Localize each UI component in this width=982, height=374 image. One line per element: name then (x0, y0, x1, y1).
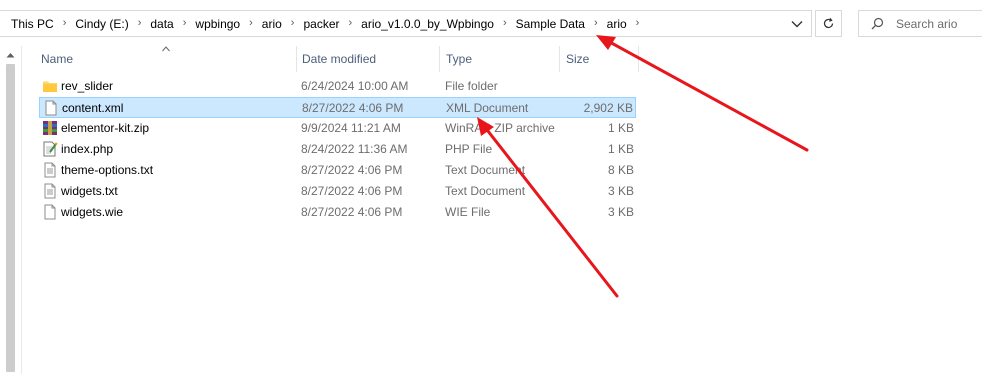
file-date-modified: 9/9/2024 11:21 AM (301, 121, 401, 135)
column-divider[interactable] (638, 46, 639, 72)
column-header-size[interactable]: Size (566, 46, 589, 72)
file-type: Text Document (445, 163, 526, 177)
breadcrumb-item[interactable]: Sample Data (515, 17, 586, 31)
file-size: 3 KB (607, 205, 634, 219)
column-header-date-modified[interactable]: Date modified (302, 46, 376, 72)
breadcrumb-separator-icon[interactable]: › (628, 18, 648, 29)
file-type: WinRAR ZIP archive (445, 121, 555, 135)
xml-file-icon (43, 100, 59, 116)
column-header-type[interactable]: Type (446, 46, 472, 72)
breadcrumb-separator-icon[interactable]: › (130, 18, 150, 29)
breadcrumb-item[interactable]: ario (261, 17, 283, 31)
file-size: 1 KB (607, 121, 634, 135)
file-row[interactable]: widgets.txt 8/27/2022 4:06 PM Text Documen… (39, 181, 636, 202)
breadcrumb-item[interactable]: ario_v1.0.0_by_Wpbingo (360, 17, 495, 31)
file-date-modified: 8/27/2022 4:06 PM (302, 101, 404, 115)
breadcrumb-item[interactable]: ario (606, 17, 628, 31)
file-date-modified: 8/27/2022 4:06 PM (301, 205, 403, 219)
file-row[interactable]: rev_slider 6/24/2024 10:00 AM File folder (39, 76, 636, 97)
file-row[interactable]: index.php 8/24/2022 11:36 AM PHP File 1 KB (39, 139, 636, 160)
file-name: content.xml (62, 101, 124, 115)
navigation-pane (0, 46, 22, 374)
file-name: theme-options.txt (61, 163, 154, 177)
breadcrumb-separator-icon[interactable]: › (341, 18, 361, 29)
file-size: 3 KB (607, 184, 634, 198)
file-type: PHP File (445, 142, 493, 156)
breadcrumb-item[interactable]: Cindy (E:) (74, 17, 129, 31)
column-divider[interactable] (439, 46, 440, 72)
refresh-icon (823, 17, 834, 29)
breadcrumb-separator-icon[interactable]: › (55, 18, 75, 29)
sort-ascending-icon (162, 44, 170, 55)
file-row[interactable]: elementor-kit.zip 9/9/2024 11:21 AM WinRAR… (39, 118, 636, 139)
navigation-pane-scrollbar[interactable] (6, 64, 15, 372)
file-type: WIE File (445, 205, 491, 219)
text-file-icon (42, 162, 58, 178)
file-size: 8 KB (607, 163, 634, 177)
file-row-selected[interactable]: content.xml 8/27/2022 4:06 PM XML Document… (39, 97, 636, 118)
generic-file-icon (42, 204, 58, 220)
file-type: Text Document (445, 184, 526, 198)
address-bar-row: This PC › Cindy (E:) › data › wpbingo › ario › pac… (0, 0, 982, 46)
winrar-archive-icon (42, 120, 58, 136)
breadcrumb-item[interactable]: This PC (10, 17, 55, 31)
breadcrumb-item[interactable]: packer (302, 17, 340, 31)
refresh-button[interactable] (815, 10, 842, 37)
file-name: widgets.txt (61, 184, 118, 198)
breadcrumb-separator-icon[interactable]: › (283, 18, 303, 29)
file-row[interactable]: theme-options.txt 8/27/2022 4:06 PM Text D… (39, 160, 636, 181)
search-input[interactable] (896, 16, 976, 31)
column-divider[interactable] (296, 46, 297, 72)
file-size: 1 KB (607, 142, 634, 156)
file-name: widgets.wie (61, 205, 124, 219)
text-file-icon (42, 183, 58, 199)
php-file-icon (42, 141, 58, 157)
file-type: XML Document (446, 101, 529, 115)
breadcrumb-separator-icon[interactable]: › (241, 18, 261, 29)
breadcrumb-separator-icon[interactable]: › (495, 18, 515, 29)
address-history-dropdown[interactable] (788, 15, 806, 33)
breadcrumb: This PC › Cindy (E:) › data › wpbingo › ario › pac… (0, 17, 647, 31)
column-headers: Name Date modified Type Size (22, 46, 982, 72)
file-name: index.php (61, 142, 114, 156)
address-bar[interactable]: This PC › Cindy (E:) › data › wpbingo › ario › pac… (0, 10, 812, 37)
file-date-modified: 8/27/2022 4:06 PM (301, 163, 403, 177)
breadcrumb-separator-icon[interactable]: › (586, 18, 606, 29)
breadcrumb-item[interactable]: data (149, 17, 174, 31)
file-name: elementor-kit.zip (61, 121, 150, 135)
file-date-modified: 8/27/2022 4:06 PM (301, 184, 403, 198)
chevron-down-icon (791, 21, 803, 28)
search-box[interactable] (858, 10, 982, 37)
scroll-up-button[interactable] (4, 49, 17, 61)
column-header-name[interactable]: Name (41, 46, 73, 72)
file-name: rev_slider (61, 79, 114, 93)
chevron-up-icon (6, 53, 15, 58)
file-date-modified: 6/24/2024 10:00 AM (301, 79, 409, 93)
search-icon (871, 17, 884, 30)
file-type: File folder (445, 79, 498, 93)
file-size: 2,902 KB (583, 101, 633, 115)
folder-icon (42, 78, 58, 94)
column-divider[interactable] (559, 46, 560, 72)
breadcrumb-item[interactable]: wpbingo (194, 17, 241, 31)
breadcrumb-separator-icon[interactable]: › (175, 18, 195, 29)
file-date-modified: 8/24/2022 11:36 AM (301, 142, 408, 156)
file-row[interactable]: widgets.wie 8/27/2022 4:06 PM WIE File 3 KB (39, 202, 636, 223)
